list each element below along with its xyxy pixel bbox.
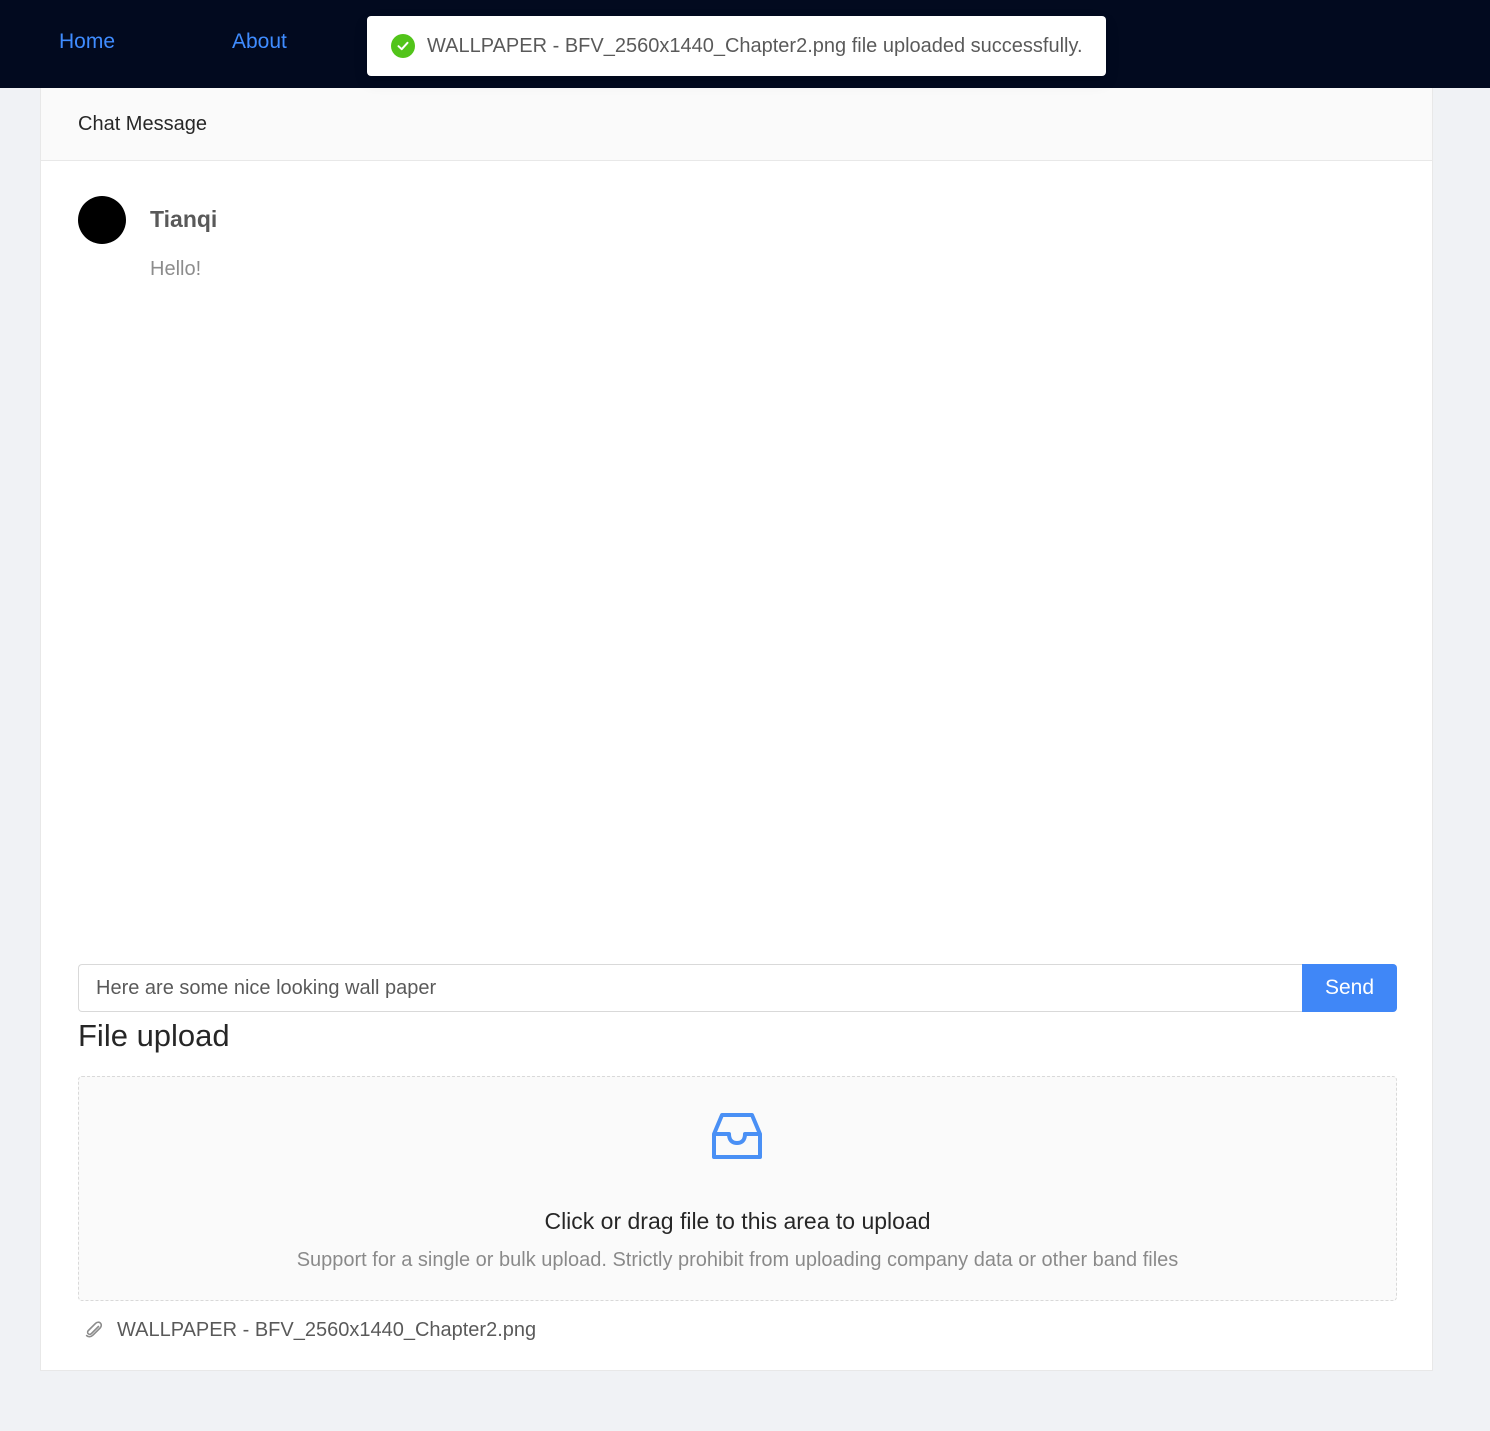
composer: Send bbox=[78, 964, 1397, 1012]
nav-link-about[interactable]: About bbox=[232, 28, 287, 56]
inbox-icon bbox=[712, 1113, 762, 1159]
nav-link-home[interactable]: Home bbox=[59, 28, 115, 56]
upload-dropzone[interactable]: Click or drag file to this area to uploa… bbox=[78, 1076, 1397, 1301]
send-button[interactable]: Send bbox=[1302, 964, 1397, 1012]
uploaded-file-item[interactable]: WALLPAPER - BFV_2560x1440_Chapter2.png bbox=[84, 1316, 536, 1344]
toast-message: WALLPAPER - BFV_2560x1440_Chapter2.png f… bbox=[427, 34, 1083, 57]
card-title: Chat Message bbox=[41, 88, 1432, 161]
chat-card: Chat Message Tianqi Hello! Send File upl… bbox=[40, 88, 1433, 1371]
file-upload-title: File upload bbox=[78, 1018, 230, 1053]
dropzone-text: Click or drag file to this area to uploa… bbox=[544, 1208, 931, 1234]
message-input[interactable] bbox=[78, 964, 1302, 1012]
uploaded-file-name: WALLPAPER - BFV_2560x1440_Chapter2.png bbox=[117, 1318, 537, 1341]
avatar bbox=[78, 196, 126, 244]
comment-author: Tianqi bbox=[150, 206, 218, 232]
comment-text: Hello! bbox=[150, 258, 202, 280]
upload-success-toast: WALLPAPER - BFV_2560x1440_Chapter2.png f… bbox=[367, 16, 1106, 76]
dropzone-hint: Support for a single or bulk upload. Str… bbox=[296, 1249, 1179, 1271]
paperclip-icon bbox=[85, 1321, 103, 1338]
check-circle-icon bbox=[391, 34, 415, 58]
